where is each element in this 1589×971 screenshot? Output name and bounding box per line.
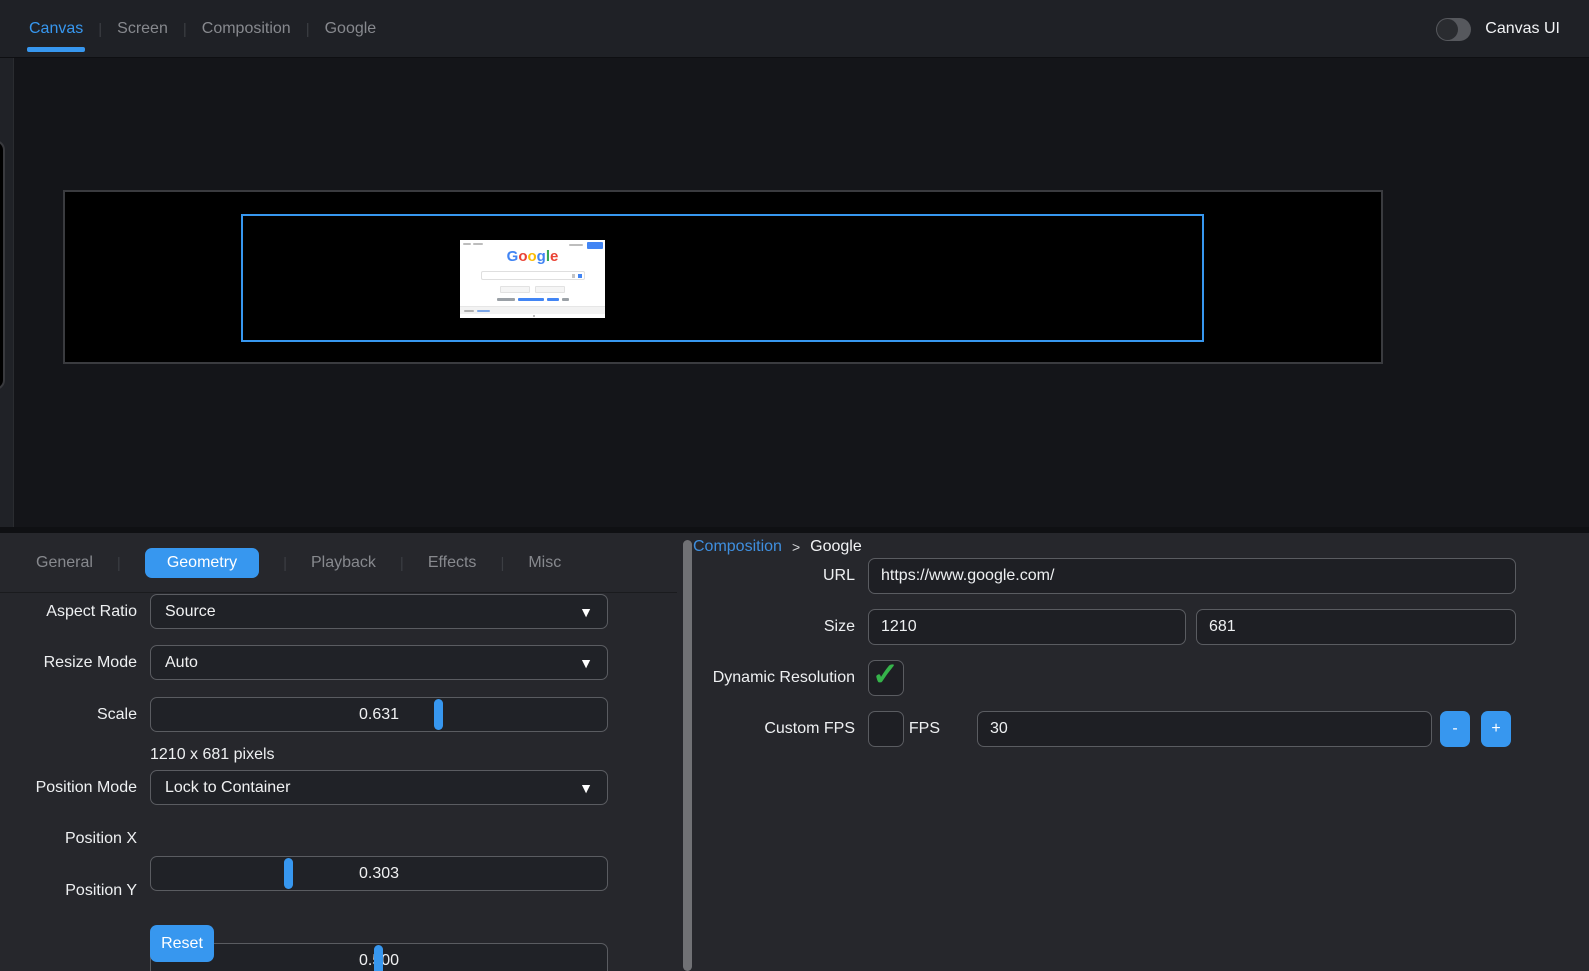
- tab-separator: |: [306, 21, 310, 38]
- tab-separator: |: [98, 21, 102, 38]
- position-mode-dropdown[interactable]: Lock to Container ▼: [150, 770, 608, 805]
- position-x-label: Position X: [0, 821, 137, 856]
- position-mode-value: Lock to Container: [165, 779, 579, 797]
- position-mode-label: Position Mode: [0, 770, 137, 805]
- position-y-label: Position Y: [0, 873, 137, 908]
- toggle-knob-icon: [1437, 19, 1458, 40]
- tab-composition[interactable]: Composition: [200, 0, 293, 58]
- resize-mode-label: Resize Mode: [0, 645, 137, 680]
- dynamic-resolution-checkbox[interactable]: ✓: [868, 660, 904, 696]
- app-window: Canvas | Screen | Composition | Google C…: [0, 0, 1589, 971]
- canvas-viewport[interactable]: Google: [0, 58, 1589, 527]
- tab-composition-label: Composition: [202, 20, 291, 38]
- size-height-input[interactable]: [1196, 609, 1516, 645]
- aspect-ratio-label: Aspect Ratio: [0, 594, 137, 629]
- canvas-ui-toggle[interactable]: [1436, 18, 1471, 41]
- breadcrumb-composition-link[interactable]: Composition: [693, 538, 782, 556]
- active-tab-underline: [27, 47, 85, 52]
- tab-canvas-label: Canvas: [29, 20, 83, 38]
- fps-input[interactable]: [977, 711, 1432, 747]
- mini-search-button: [500, 286, 530, 293]
- chevron-down-icon: ▼: [579, 655, 593, 671]
- tab-separator: |: [183, 21, 187, 38]
- panel-scrollbar[interactable]: [683, 540, 692, 971]
- size-width-input[interactable]: [868, 609, 1186, 645]
- mini-signin-button: [587, 242, 603, 249]
- tab-google-label: Google: [325, 20, 377, 38]
- checkmark-icon: ✓: [872, 655, 899, 693]
- chevron-down-icon: ▼: [579, 780, 593, 796]
- canvas-ui-toggle-label: Canvas UI: [1485, 20, 1560, 38]
- reset-button[interactable]: Reset: [150, 925, 214, 962]
- left-strip-divider: [13, 58, 14, 527]
- tab-general[interactable]: General: [36, 554, 93, 572]
- breadcrumb-separator: >: [792, 539, 800, 555]
- resize-mode-value: Auto: [165, 654, 579, 672]
- position-y-slider[interactable]: 0.500: [150, 943, 608, 971]
- mini-link-seg: [518, 298, 544, 301]
- mini-google-logo: Google: [460, 249, 605, 265]
- fps-label: FPS: [775, 711, 940, 747]
- scale-slider-handle[interactable]: [434, 699, 443, 730]
- resize-mode-dropdown[interactable]: Auto ▼: [150, 645, 608, 680]
- chevron-down-icon: ▼: [579, 604, 593, 620]
- mini-footer-link: [477, 310, 490, 312]
- url-input[interactable]: [868, 558, 1516, 594]
- fps-increment-button[interactable]: +: [1481, 711, 1511, 747]
- offscreen-canvas-item[interactable]: [0, 140, 5, 390]
- scale-label: Scale: [0, 697, 137, 732]
- mini-search-box: [481, 271, 585, 280]
- breadcrumb-current: Google: [810, 538, 862, 556]
- tab-separator: |: [400, 555, 404, 572]
- tab-effects[interactable]: Effects: [428, 554, 477, 572]
- aspect-ratio-value: Source: [165, 603, 579, 621]
- mini-link-seg: [547, 298, 559, 301]
- mini-browser-menu: [463, 243, 471, 245]
- fps-decrement-button[interactable]: -: [1440, 711, 1470, 747]
- mini-footer-dot: [533, 315, 535, 317]
- tab-bar-divider: [0, 592, 677, 593]
- tab-misc[interactable]: Misc: [528, 554, 561, 572]
- position-x-value: 0.303: [151, 857, 607, 890]
- size-label: Size: [690, 609, 855, 645]
- mini-link-seg: [497, 298, 515, 301]
- position-x-slider[interactable]: 0.303: [150, 856, 608, 891]
- mini-search-icon: [578, 274, 582, 278]
- tab-screen[interactable]: Screen: [115, 0, 170, 58]
- breadcrumb: Composition > Google: [693, 533, 862, 561]
- tab-separator: |: [283, 555, 287, 572]
- mini-language-links: [460, 298, 605, 301]
- tab-google[interactable]: Google: [323, 0, 379, 58]
- tab-canvas[interactable]: Canvas: [27, 0, 85, 58]
- dynamic-resolution-label: Dynamic Resolution: [690, 660, 855, 696]
- bottom-panels: General | Geometry | Playback | Effects …: [0, 533, 1589, 971]
- mini-footer: [460, 306, 605, 314]
- position-x-slider-handle[interactable]: [284, 858, 293, 889]
- tab-playback[interactable]: Playback: [311, 554, 376, 572]
- top-tab-bar: Canvas | Screen | Composition | Google: [27, 0, 378, 58]
- scale-slider[interactable]: 0.631: [150, 697, 608, 732]
- composition-selection-rect[interactable]: [241, 214, 1204, 342]
- url-label: URL: [690, 558, 855, 594]
- scale-value: 0.631: [151, 698, 607, 731]
- mini-footer-link: [464, 310, 474, 312]
- aspect-ratio-dropdown[interactable]: Source ▼: [150, 594, 608, 629]
- pixel-dimensions-text: 1210 x 681 pixels: [150, 746, 275, 764]
- mini-mic-icon: [572, 274, 575, 278]
- tab-geometry[interactable]: Geometry: [145, 548, 259, 578]
- mini-header-link: [569, 244, 583, 246]
- top-bar: Canvas | Screen | Composition | Google C…: [0, 0, 1589, 58]
- google-source-thumbnail[interactable]: Google: [460, 240, 605, 318]
- tab-separator: |: [500, 555, 504, 572]
- canvas-ui-toggle-group: Canvas UI: [1436, 0, 1560, 58]
- mini-search-buttons: [460, 286, 605, 293]
- tab-separator: |: [117, 555, 121, 572]
- tab-screen-label: Screen: [117, 20, 168, 38]
- geometry-tab-bar: General | Geometry | Playback | Effects …: [36, 546, 561, 580]
- position-y-slider-handle[interactable]: [374, 945, 383, 971]
- canvas-left-strip: [0, 58, 13, 527]
- mini-link-seg: [562, 298, 569, 301]
- mini-browser-menu: [473, 243, 483, 245]
- mini-lucky-button: [535, 286, 565, 293]
